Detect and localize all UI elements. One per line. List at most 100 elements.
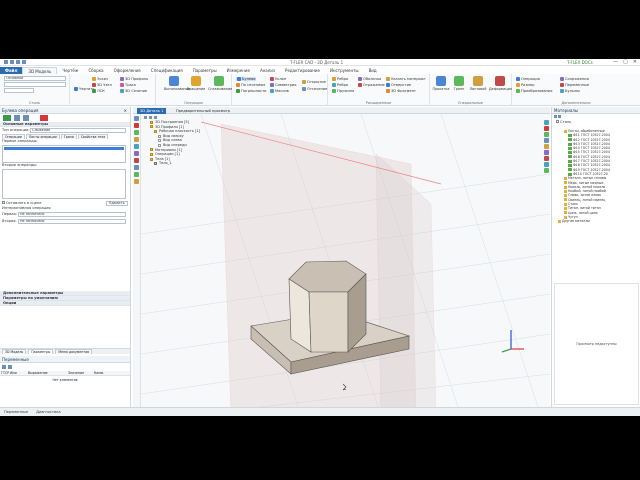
- zoom-icon[interactable]: [544, 120, 549, 125]
- save-icon[interactable]: [10, 60, 14, 64]
- camera-icon[interactable]: [544, 156, 549, 161]
- render-icon[interactable]: [544, 144, 549, 149]
- filter-checkbox[interactable]: [556, 120, 559, 123]
- fillet-button[interactable]: Сглаживание: [208, 76, 232, 91]
- cut-button[interactable]: Отсечение: [302, 87, 327, 91]
- open-button[interactable]: Открытие: [302, 80, 326, 84]
- materials-filter-icon[interactable]: [558, 115, 561, 118]
- style-combo[interactable]: Основной: [4, 76, 66, 81]
- maximize-button[interactable]: ▢: [623, 59, 628, 65]
- sketch-tool-icon[interactable]: [134, 137, 139, 142]
- menu-measure[interactable]: Измерение: [222, 67, 255, 74]
- revolve-button[interactable]: Вращение: [186, 76, 206, 91]
- 3d-viewport[interactable]: 3D Построения [5] 3D Профили [1] Рабочая…: [141, 114, 550, 416]
- app-logo-icon[interactable]: [4, 60, 8, 64]
- materials-add-icon[interactable]: [554, 115, 557, 118]
- section-view-icon[interactable]: [544, 162, 549, 167]
- loft-button[interactable]: По сечениям: [236, 83, 265, 87]
- status-variables[interactable]: Переменные: [0, 410, 32, 414]
- tab-doc-menu[interactable]: Меню документов: [55, 349, 92, 354]
- lcs-button[interactable]: ЛСК: [92, 89, 105, 93]
- transform-button[interactable]: Преобразования: [516, 89, 552, 93]
- tab-3d-model[interactable]: 3D Модель: [2, 349, 27, 354]
- 3d-section-button[interactable]: 3D Сечение: [120, 89, 147, 93]
- 3d-profile-button[interactable]: 3D Профиль: [120, 77, 148, 81]
- shell-button[interactable]: Оболочка: [358, 77, 381, 81]
- boolean-button[interactable]: Булева: [236, 77, 257, 81]
- symmetry-button[interactable]: Симметрия: [270, 83, 296, 87]
- tree-home-icon[interactable]: [144, 115, 147, 119]
- measure-tool-icon[interactable]: [134, 165, 139, 170]
- minimize-button[interactable]: —: [613, 59, 618, 65]
- materials-filter[interactable]: Сталь: [552, 119, 640, 125]
- first-operands-list[interactable]: [2, 145, 126, 163]
- set-material-button[interactable]: Указать материал: [386, 77, 425, 81]
- menu-3d-model[interactable]: 3D Модель: [22, 67, 58, 74]
- menu-design[interactable]: Оформление: [109, 67, 146, 74]
- tree-filter-icon[interactable]: [149, 115, 152, 119]
- close-icon[interactable]: ✕: [124, 107, 127, 114]
- 3d-fragment-button[interactable]: 3D Фрагмент: [386, 89, 416, 93]
- add-variable-icon[interactable]: [2, 365, 6, 369]
- thicken-button[interactable]: Погрешности: [236, 89, 267, 93]
- size-button[interactable]: Размер: [516, 83, 534, 87]
- snap-tool-icon[interactable]: [134, 172, 139, 177]
- pan-icon[interactable]: [544, 132, 549, 137]
- second-operands-list[interactable]: [2, 169, 126, 199]
- material-group[interactable]: Другие металлы: [554, 219, 639, 223]
- color-combo[interactable]: [4, 88, 34, 93]
- rolling-button[interactable]: Прокатка: [432, 76, 450, 91]
- view-tool-icon[interactable]: [134, 144, 139, 149]
- path-button[interactable]: Траса: [120, 83, 136, 87]
- tab-parameters[interactable]: Параметры: [28, 349, 54, 354]
- sketch-button[interactable]: Эскиз: [92, 77, 108, 81]
- spring-button[interactable]: Пружина: [332, 89, 354, 93]
- operation-button[interactable]: Операция: [516, 77, 540, 81]
- ok-icon[interactable]: [3, 115, 11, 121]
- param-icon[interactable]: [23, 115, 29, 121]
- work-plane-side[interactable]: [375, 153, 437, 416]
- menu-specification[interactable]: Спецификация: [146, 67, 188, 74]
- face-button[interactable]: Гранн: [451, 76, 467, 91]
- layer-tool-icon[interactable]: [134, 179, 139, 184]
- menu-assembly[interactable]: Сборка: [83, 67, 108, 74]
- deformation-button[interactable]: Деформация: [489, 76, 512, 91]
- orbit-icon[interactable]: [544, 126, 549, 131]
- redo-icon[interactable]: [22, 60, 26, 64]
- layers-icon[interactable]: [544, 168, 549, 173]
- light-icon[interactable]: [544, 150, 549, 155]
- options-section[interactable]: Опции: [0, 301, 130, 306]
- menu-tools[interactable]: Инструменты: [325, 67, 364, 74]
- ribs-button[interactable]: Ребра: [332, 77, 348, 81]
- mirror-button[interactable]: Отражение: [358, 83, 385, 87]
- extrude-button[interactable]: Выталкивание: [164, 76, 190, 91]
- second-select[interactable]: Не назначено: [18, 219, 126, 224]
- hole-button[interactable]: Отверстие: [386, 83, 411, 87]
- close-button[interactable]: ✕: [633, 59, 637, 65]
- draft-button[interactable]: Уклон: [270, 77, 286, 81]
- sheet-button[interactable]: Листовой: [468, 76, 488, 91]
- menu-view[interactable]: Вид: [364, 67, 382, 74]
- op-type-select[interactable]: Сложение: [30, 128, 126, 133]
- layer-combo[interactable]: [4, 82, 66, 87]
- undo-icon[interactable]: [16, 60, 20, 64]
- select-icon[interactable]: [134, 116, 139, 121]
- tree-search-icon[interactable]: [154, 115, 157, 119]
- rib-button[interactable]: Ребро: [332, 83, 348, 87]
- cancel-op-icon[interactable]: [134, 123, 139, 128]
- booleans-button[interactable]: Булыны: [560, 89, 580, 93]
- menu-drawing[interactable]: Чертёж: [57, 67, 83, 74]
- mates-button[interactable]: Сопряжения: [560, 77, 589, 81]
- axis-triad[interactable]: [496, 324, 526, 354]
- menu-edit[interactable]: Редактирование: [280, 67, 325, 74]
- fit-icon[interactable]: [544, 138, 549, 143]
- account-label[interactable]: T-FLEX DOCs: [567, 60, 593, 65]
- delete-button[interactable]: Удалить: [106, 201, 128, 206]
- preview-icon[interactable]: [14, 115, 20, 121]
- status-diagnostics[interactable]: Диагностика: [32, 410, 65, 414]
- prism-face-2[interactable]: [308, 291, 349, 353]
- leave-in-scene-checkbox[interactable]: [2, 201, 5, 204]
- 3d-node-button[interactable]: 3D Узел: [92, 83, 112, 87]
- ok-op-icon[interactable]: [134, 130, 139, 135]
- variables-button[interactable]: Переменные: [560, 83, 589, 87]
